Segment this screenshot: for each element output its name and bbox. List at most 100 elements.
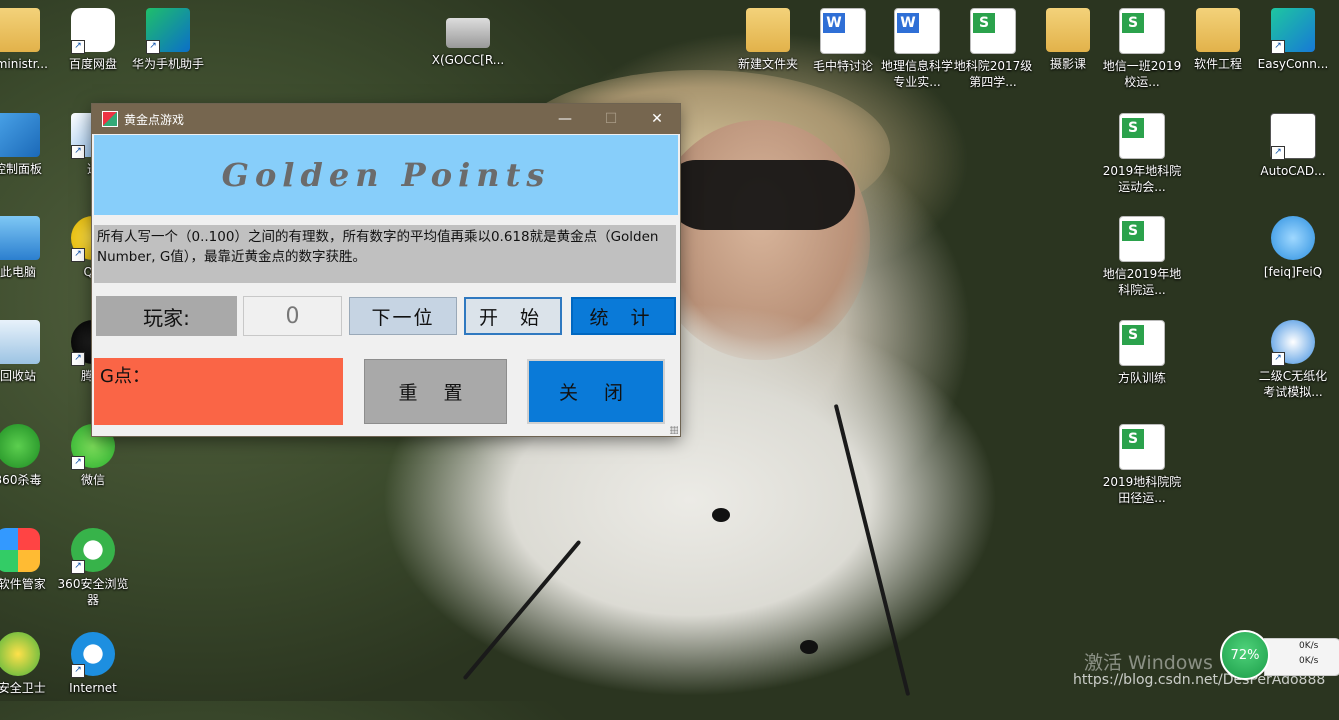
- feiq-icon: [1271, 216, 1315, 260]
- golden-points-window: 黄金点游戏 — ☐ ✕ Golden Points 所有人写一个（0..100）…: [92, 104, 680, 436]
- spreadsheet-icon: S: [1119, 216, 1165, 262]
- user-folder-icon: [0, 8, 40, 52]
- gpoint-result: G点：: [94, 358, 343, 425]
- desktop-icon-spreadsheet[interactable]: S 地信2019年地科院运...: [1102, 216, 1182, 298]
- banner-title: Golden Points: [221, 156, 551, 194]
- desktop-icon-internet-explorer[interactable]: ↗ Internet: [53, 632, 133, 696]
- desktop-icon-feiq[interactable]: [feiq]FeiQ: [1253, 216, 1333, 280]
- app-icon: [102, 111, 118, 127]
- desktop-icon-label: 微信: [80, 473, 105, 487]
- desktop-icon-label: 回收站: [0, 369, 36, 383]
- desktop-icon-spreadsheet[interactable]: S 地信一班2019校运...: [1102, 8, 1182, 90]
- desktop-icon-label: AutoCAD...: [1260, 164, 1326, 178]
- desktop-icon-label: 控制面板: [0, 162, 42, 176]
- desktop-icon-label: 地科院2017级第四学...: [953, 59, 1033, 89]
- software-manager-icon: [0, 528, 40, 572]
- spreadsheet-icon: S: [1119, 424, 1165, 470]
- desktop-icon-easyconnect[interactable]: ↗ EasyConn...: [1253, 8, 1333, 72]
- folder-icon: [1046, 8, 1090, 52]
- desktop-icon-spreadsheet[interactable]: S 2019年地科院运动会...: [1102, 113, 1182, 195]
- desktop-icon-exam-sim[interactable]: ↗ 二级C无纸化考试模拟...: [1253, 320, 1333, 400]
- computer-icon: [0, 216, 40, 260]
- wallpaper-shirt-button: [712, 508, 730, 522]
- minimize-button[interactable]: —: [542, 104, 588, 134]
- app-icon: [446, 18, 490, 48]
- desktop-icon-label: 此电脑: [0, 265, 36, 279]
- desktop-icon-360-browser[interactable]: ↗ 360安全浏览器: [53, 528, 133, 608]
- desktop-icon-label: 新建文件夹: [737, 57, 798, 71]
- wallpaper-sunglasses: [665, 160, 855, 230]
- desktop-icon-spreadsheet[interactable]: S 2019地科院院田径运...: [1102, 424, 1182, 506]
- desktop-icon-autocad[interactable]: ↗ AutoCAD...: [1253, 113, 1333, 179]
- spreadsheet-icon: S: [1119, 8, 1165, 54]
- player-number-input[interactable]: 0: [243, 296, 342, 336]
- download-speed: 0K/s: [1299, 656, 1319, 666]
- huawei-icon: ↗: [146, 8, 190, 54]
- resize-grip[interactable]: [670, 426, 678, 434]
- player-label: 玩家:: [96, 296, 237, 336]
- desktop-icon-control-panel[interactable]: 控制面板: [0, 113, 58, 177]
- word-doc-icon: W: [820, 8, 866, 54]
- window-title: 黄金点游戏: [124, 112, 185, 127]
- desktop-icon-new-folder[interactable]: 新建文件夹: [728, 8, 808, 72]
- desktop-icon-label: 360安全浏览器: [57, 577, 129, 607]
- desktop-icon-word-doc[interactable]: W 地理信息科学专业实...: [877, 8, 957, 90]
- desktop-icon-label: 2019年地科院运动会...: [1102, 164, 1182, 194]
- desktop-icon-label: 二级C无纸化考试模拟...: [1258, 369, 1328, 399]
- desktop-icon-label: EasyConn...: [1257, 57, 1329, 71]
- desktop-icon-label: 地信一班2019校运...: [1102, 59, 1182, 89]
- memory-usage-ball[interactable]: 72%: [1220, 630, 1270, 680]
- desktop-icon-gocc[interactable]: X(GOCC[R...: [428, 18, 508, 68]
- control-panel-icon: [0, 113, 40, 157]
- recycle-bin-icon: [0, 320, 40, 364]
- close-button[interactable]: 关 闭: [527, 359, 665, 424]
- statistics-button[interactable]: 统 计: [571, 297, 676, 335]
- network-speed-widget[interactable]: 0K/s 0K/s 72%: [1220, 630, 1339, 680]
- spreadsheet-icon: S: [970, 8, 1016, 54]
- desktop-icon-label: 华为手机助手: [131, 57, 204, 71]
- desktop-icon-word-doc[interactable]: W 毛中特讨论: [803, 8, 883, 74]
- activate-windows-watermark: 激活 Windows: [1084, 652, 1213, 674]
- desktop-icon-spreadsheet[interactable]: S 方队训练: [1102, 320, 1182, 386]
- desktop-icon-360-antivirus[interactable]: 360杀毒: [0, 424, 58, 488]
- desktop-icon-administrator[interactable]: dministr...: [0, 8, 58, 72]
- desktop-icon-label: 百度网盘: [68, 57, 117, 71]
- desktop-icon-label: 方队训练: [1117, 371, 1166, 385]
- browser-icon: ↗: [71, 528, 115, 574]
- network-speed-panel: 0K/s 0K/s: [1264, 638, 1339, 676]
- spreadsheet-icon: S: [1119, 113, 1165, 159]
- window-titlebar[interactable]: 黄金点游戏 — ☐ ✕: [92, 104, 680, 134]
- start-button[interactable]: 开 始: [464, 297, 562, 335]
- desktop-icon-photography-folder[interactable]: 摄影课: [1028, 8, 1108, 72]
- desktop-icon-label: 地理信息科学专业实...: [880, 59, 953, 89]
- maximize-button[interactable]: ☐: [588, 104, 634, 134]
- reset-button[interactable]: 重 置: [364, 359, 507, 424]
- desktop-icon-label: Internet: [69, 681, 117, 695]
- next-player-button[interactable]: 下一位: [349, 297, 457, 335]
- desktop-icon-label: [feiq]FeiQ: [1263, 265, 1323, 279]
- exam-icon: ↗: [1271, 320, 1315, 366]
- game-description: 所有人写一个（0..100）之间的有理数，所有数字的平均值再乘以0.618就是黄…: [94, 225, 676, 283]
- autocad-icon: ↗: [1270, 113, 1316, 160]
- desktop-icon-label: 毛中特讨论: [812, 59, 873, 73]
- easyconnect-icon: ↗: [1271, 8, 1315, 54]
- upload-speed: 0K/s: [1299, 641, 1319, 651]
- close-window-button[interactable]: ✕: [634, 104, 680, 134]
- desktop-icon-software-engineering-folder[interactable]: 软件工程: [1178, 8, 1258, 72]
- folder-icon: [746, 8, 790, 52]
- desktop-icon-label: 软件工程: [1193, 57, 1242, 71]
- desktop-icon-label: 地信2019年地科院运...: [1102, 267, 1182, 297]
- desktop-icon-label: 0软件管家: [0, 577, 46, 591]
- desktop-icon-360-security[interactable]: 0安全卫士: [0, 632, 58, 696]
- antivirus-icon: [0, 424, 40, 468]
- desktop-icon-this-pc[interactable]: 此电脑: [0, 216, 58, 280]
- desktop-icon-baidu[interactable]: ↗ 百度网盘: [53, 8, 133, 72]
- spreadsheet-icon: S: [1119, 320, 1165, 366]
- desktop-icon-huawei[interactable]: ↗ 华为手机助手: [128, 8, 208, 72]
- desktop-icon-software-manager[interactable]: 0软件管家: [0, 528, 58, 592]
- baidu-netdisk-icon: ↗: [71, 8, 115, 54]
- desktop-icon-recycle-bin[interactable]: 回收站: [0, 320, 58, 384]
- desktop-icon-spreadsheet[interactable]: S 地科院2017级第四学...: [953, 8, 1033, 90]
- wallpaper-shirt-button: [800, 640, 818, 654]
- security-icon: [0, 632, 40, 676]
